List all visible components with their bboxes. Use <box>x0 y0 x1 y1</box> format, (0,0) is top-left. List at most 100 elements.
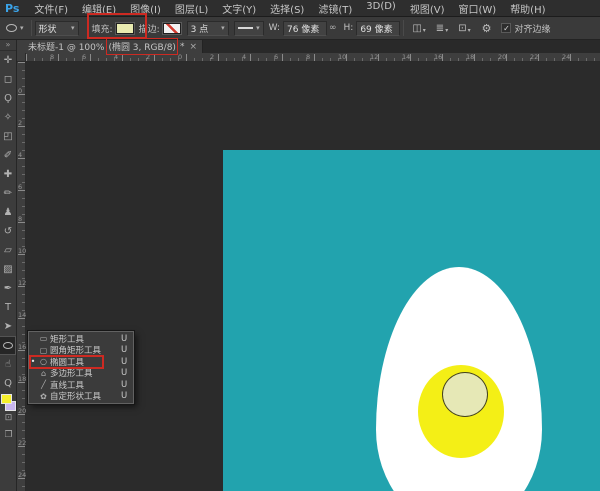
tool-shortcut: U <box>121 391 133 401</box>
type-tool-icon: T <box>5 302 11 313</box>
menu-item-custom-shape-tool[interactable]: ✿自定形状工具U <box>29 391 133 403</box>
align-edges-checkbox[interactable]: ✓ <box>501 23 511 33</box>
menu-item-ellipse-tool[interactable]: •○椭圆工具U <box>29 356 133 368</box>
ruler-label: 4 <box>18 151 22 159</box>
horizontal-ruler[interactable]: 8642024681012141618202224 <box>26 53 600 62</box>
quick-selection-tool-icon: ✧ <box>4 112 12 123</box>
document-tab-bar: 未标题-1 @ 100% (椭圆 3, RGB/8) * × <box>17 40 600 53</box>
tool-buttons: ✛◻ Ϙ ✧ ◰ ✐ ✚ ✏ ♟ ↺ ▱ ▨ ✒ T ➤ ☝ Q <box>0 51 16 393</box>
ruler-label: 16 <box>434 53 442 61</box>
ruler-label: 18 <box>466 53 474 61</box>
marquee-tool[interactable]: ◻ <box>0 70 16 89</box>
ruler-label: 22 <box>530 53 538 61</box>
stroke-color-swatch[interactable] <box>163 23 181 34</box>
menu-item-图像(I)[interactable]: 图像(I) <box>123 1 168 16</box>
crop-tool[interactable]: ◰ <box>0 127 16 146</box>
quick-selection-tool[interactable]: ✧ <box>0 108 16 127</box>
menu-item-编辑(E)[interactable]: 编辑(E) <box>75 1 123 16</box>
ruler-label: 8 <box>306 53 310 61</box>
path-arrangement-button[interactable]: ⊡▾ <box>453 23 475 34</box>
tool-preset-dropdown[interactable]: ▾ <box>0 24 28 32</box>
document-tab[interactable]: 未标题-1 @ 100% (椭圆 3, RGB/8) * × <box>17 40 203 53</box>
ruler-label: 2 <box>146 53 150 61</box>
document-title-detail: (椭圆 3, RGB/8) <box>107 40 177 53</box>
gradient-tool[interactable]: ▨ <box>0 260 16 279</box>
ruler-label: 8 <box>18 215 22 223</box>
ellipse-tool-icon <box>6 24 17 32</box>
menu-item-3D(D)[interactable]: 3D(D) <box>359 1 403 16</box>
eyedropper-tool[interactable]: ✐ <box>0 146 16 165</box>
width-field[interactable]: 76 像素 <box>283 21 327 36</box>
path-selection-tool[interactable]: ➤ <box>0 317 16 336</box>
stroke-style-line-icon <box>238 27 253 29</box>
collapse-panel-chevron-icon[interactable]: » <box>0 40 16 51</box>
canvas[interactable] <box>223 150 600 491</box>
geometry-options-gear-icon[interactable]: ⚙ <box>476 22 498 35</box>
zoom-tool[interactable]: Q <box>0 374 16 393</box>
brush-tool[interactable]: ✏ <box>0 184 16 203</box>
path-alignment-button[interactable]: ≣▾ <box>431 23 453 34</box>
zoom-tool-icon: Q <box>4 378 12 389</box>
menu-item-ellipse-tool-label: 椭圆工具 <box>50 356 121 368</box>
eyedropper-tool-icon: ✐ <box>4 150 12 161</box>
menu-item-选择(S)[interactable]: 选择(S) <box>263 1 311 16</box>
path-selection-tool-icon: ➤ <box>4 321 12 332</box>
menu-item-视图(V)[interactable]: 视图(V) <box>403 1 452 16</box>
fill-color-swatch[interactable] <box>116 23 134 34</box>
height-field[interactable]: 69 像素 <box>356 21 400 36</box>
ellipse-icon <box>3 342 13 349</box>
close-tab-icon[interactable]: × <box>189 42 197 52</box>
healing-brush-tool[interactable]: ✚ <box>0 165 16 184</box>
menu-item-custom-shape-tool-label: 自定形状工具 <box>50 390 121 402</box>
menu-item-帮助(H)[interactable]: 帮助(H) <box>503 1 552 16</box>
path-operations-button[interactable]: ◫▾ <box>407 23 430 34</box>
menu-item-滤镜(T)[interactable]: 滤镜(T) <box>311 1 359 16</box>
ruler-label: 8 <box>50 53 54 61</box>
photoshop-window: Ps 文件(F)编辑(E)图像(I)图层(L)文字(Y)选择(S)滤镜(T)3D… <box>0 0 600 491</box>
menu-item-窗口(W)[interactable]: 窗口(W) <box>451 1 503 16</box>
rectangle-icon: ▭ <box>37 334 50 343</box>
vertical-ruler[interactable]: 024681012141618202224 <box>17 62 26 491</box>
menu-item-文件(F)[interactable]: 文件(F) <box>27 1 75 16</box>
history-brush-tool-icon: ↺ <box>4 226 12 237</box>
chevron-down-icon: ▾ <box>445 27 448 34</box>
stroke-label: 描边: <box>139 22 160 35</box>
chevron-down-icon: ▾ <box>256 24 260 32</box>
shape-tool-flyout-menu: ▭矩形工具U▢圆角矩形工具U•○椭圆工具U⌂多边形工具U╱直线工具U✿自定形状工… <box>28 331 134 404</box>
menu-item-line-tool-label: 直线工具 <box>50 379 121 391</box>
quick-mask-button[interactable]: ⊡ <box>0 413 17 423</box>
hand-tool[interactable]: ☝ <box>0 355 16 374</box>
pen-tool[interactable]: ✒ <box>0 279 16 298</box>
screen-mode-button[interactable]: ❐ <box>0 430 17 440</box>
ruler-origin-corner[interactable] <box>17 53 26 62</box>
menu-item-rectangle-tool[interactable]: ▭矩形工具U <box>29 333 133 345</box>
lasso-tool-icon: Ϙ <box>4 93 12 104</box>
lasso-tool[interactable]: Ϙ <box>0 89 16 108</box>
type-tool[interactable]: T <box>0 298 16 317</box>
stroke-style-dropdown[interactable]: ▾ <box>234 21 264 36</box>
menu-item-图层(L)[interactable]: 图层(L) <box>168 1 215 16</box>
height-label: H: <box>344 23 354 33</box>
eraser-tool[interactable]: ▱ <box>0 241 16 260</box>
menu-item-文字(Y)[interactable]: 文字(Y) <box>215 1 263 16</box>
egg-inner-ellipse-shape[interactable] <box>442 372 488 417</box>
menu-item-line-tool[interactable]: ╱直线工具U <box>29 379 133 391</box>
clone-stamp-tool[interactable]: ♟ <box>0 203 16 222</box>
eraser-tool-icon: ▱ <box>4 245 12 256</box>
pen-tool-icon: ✒ <box>4 283 12 294</box>
custom-shape-icon: ✿ <box>37 392 50 401</box>
menu-item-polygon-tool[interactable]: ⌂多边形工具U <box>29 368 133 380</box>
pasteboard <box>26 62 600 491</box>
history-brush-tool[interactable]: ↺ <box>0 222 16 241</box>
stroke-width-field[interactable]: 3 点 ▾ <box>187 21 229 36</box>
foreground-color-swatch[interactable] <box>1 394 12 404</box>
menu-item-rounded-rectangle-tool[interactable]: ▢圆角矩形工具U <box>29 345 133 357</box>
tool-mode-select[interactable]: 形状 ▾ <box>35 21 79 36</box>
ruler-label: 6 <box>274 53 278 61</box>
menu-bar: Ps 文件(F)编辑(E)图像(I)图层(L)文字(Y)选择(S)滤镜(T)3D… <box>0 0 600 17</box>
brush-tool-icon: ✏ <box>4 188 12 199</box>
move-tool[interactable]: ✛ <box>0 51 16 70</box>
ellipse-shape-tool[interactable] <box>0 336 16 355</box>
tool-mode-value: 形状 <box>39 22 57 35</box>
link-dimensions-icon[interactable]: ∞ <box>329 23 337 33</box>
